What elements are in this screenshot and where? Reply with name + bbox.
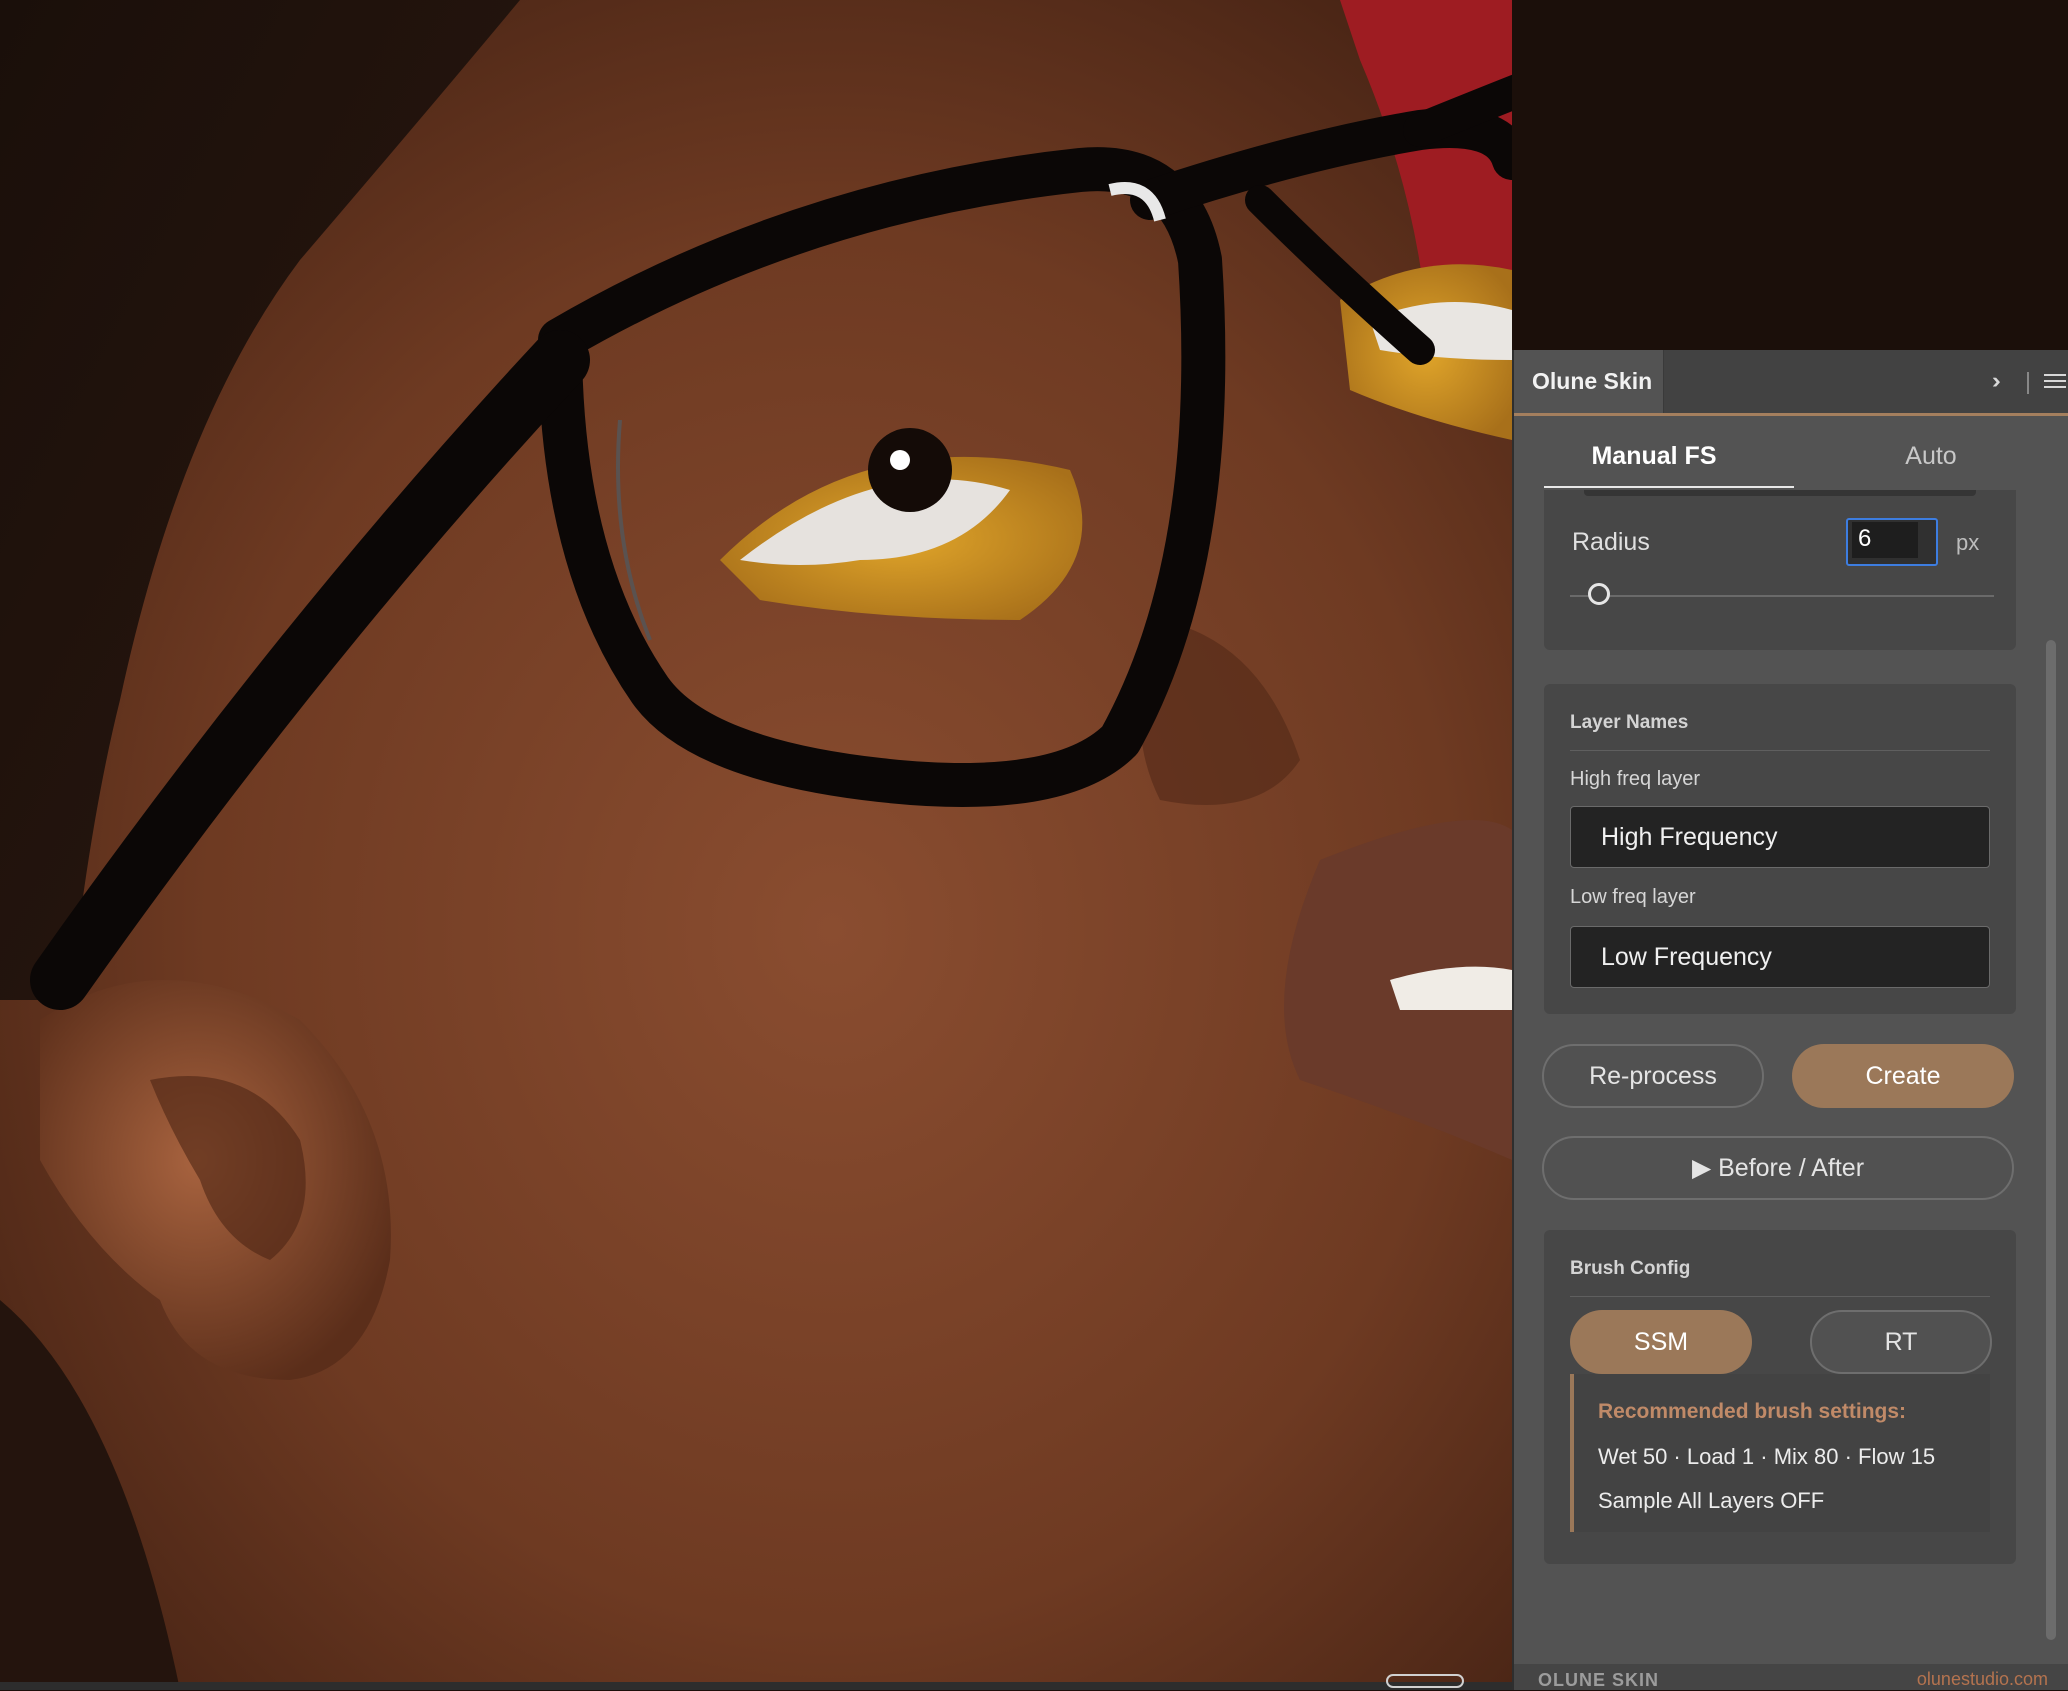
tab-auto[interactable]: Auto [1794, 416, 2068, 496]
high-freq-label: High freq layer [1570, 768, 1701, 790]
create-button[interactable]: Create [1792, 1044, 2014, 1108]
radius-slider-thumb[interactable] [1588, 583, 1610, 605]
low-freq-field[interactable]: Low Frequency [1570, 926, 1990, 988]
high-freq-field[interactable]: High Frequency [1570, 806, 1990, 868]
panel-scrollbar[interactable] [2046, 640, 2056, 1640]
recommended-settings-box: Recommended brush settings: Wet 50 · Loa… [1570, 1374, 1990, 1532]
divider [1570, 1296, 1990, 1297]
recommended-settings-values: Wet 50 · Load 1 · Mix 80 · Flow 15 [1598, 1444, 1936, 1469]
recommended-settings-title: Recommended brush settings: [1598, 1400, 1907, 1423]
panel-footer: OLUNE SKIN olunestudio.com [1514, 1664, 2068, 1690]
layer-names-card: Layer Names High freq layer High Frequen… [1544, 684, 2016, 1014]
radius-input[interactable]: 6 [1846, 518, 1938, 566]
header-divider [2027, 372, 2029, 394]
document-canvas[interactable] [0, 0, 1512, 1690]
low-freq-label: Low freq layer [1570, 886, 1696, 908]
horizontal-scroll-handle[interactable] [1386, 1674, 1464, 1688]
panel-title-tab[interactable]: Olune Skin [1514, 350, 1664, 413]
scroll-clip-strip [1584, 490, 1976, 496]
rt-button[interactable]: RT [1810, 1310, 1992, 1374]
footer-brand: OLUNE SKIN [1538, 1670, 1660, 1690]
divider [1570, 750, 1990, 751]
tab-manual-fs[interactable]: Manual FS [1514, 416, 1794, 496]
panel-header: Olune Skin ›› [1514, 350, 2068, 416]
radius-label: Radius [1572, 528, 1650, 556]
hamburger-menu-icon[interactable] [2044, 374, 2066, 390]
ssm-button[interactable]: SSM [1570, 1310, 1752, 1374]
footer-link[interactable]: olunestudio.com [1917, 1669, 2048, 1690]
radius-unit: px [1956, 530, 1980, 555]
mode-tabs: Manual FS Auto [1514, 416, 2068, 496]
status-bar [0, 1682, 1512, 1690]
before-after-button[interactable]: ▶ Before / After [1542, 1136, 2014, 1200]
brush-config-title: Brush Config [1570, 1258, 1691, 1279]
recommended-settings-sample: Sample All Layers OFF [1598, 1488, 1825, 1513]
radius-slider-track[interactable] [1570, 595, 1994, 597]
olune-skin-panel: Olune Skin ›› Manual FS Auto Radius 6 px… [1512, 350, 2068, 1690]
reprocess-button[interactable]: Re-process [1542, 1044, 1764, 1108]
brush-config-card: Brush Config SSM RT Recommended brush se… [1544, 1230, 2016, 1564]
radius-value[interactable]: 6 [1852, 522, 1918, 558]
layer-names-title: Layer Names [1570, 712, 1689, 733]
double-chevron-right-icon[interactable]: ›› [1992, 368, 2000, 394]
portrait-photo [0, 0, 1512, 1690]
radius-card: Radius 6 px [1544, 490, 2016, 650]
